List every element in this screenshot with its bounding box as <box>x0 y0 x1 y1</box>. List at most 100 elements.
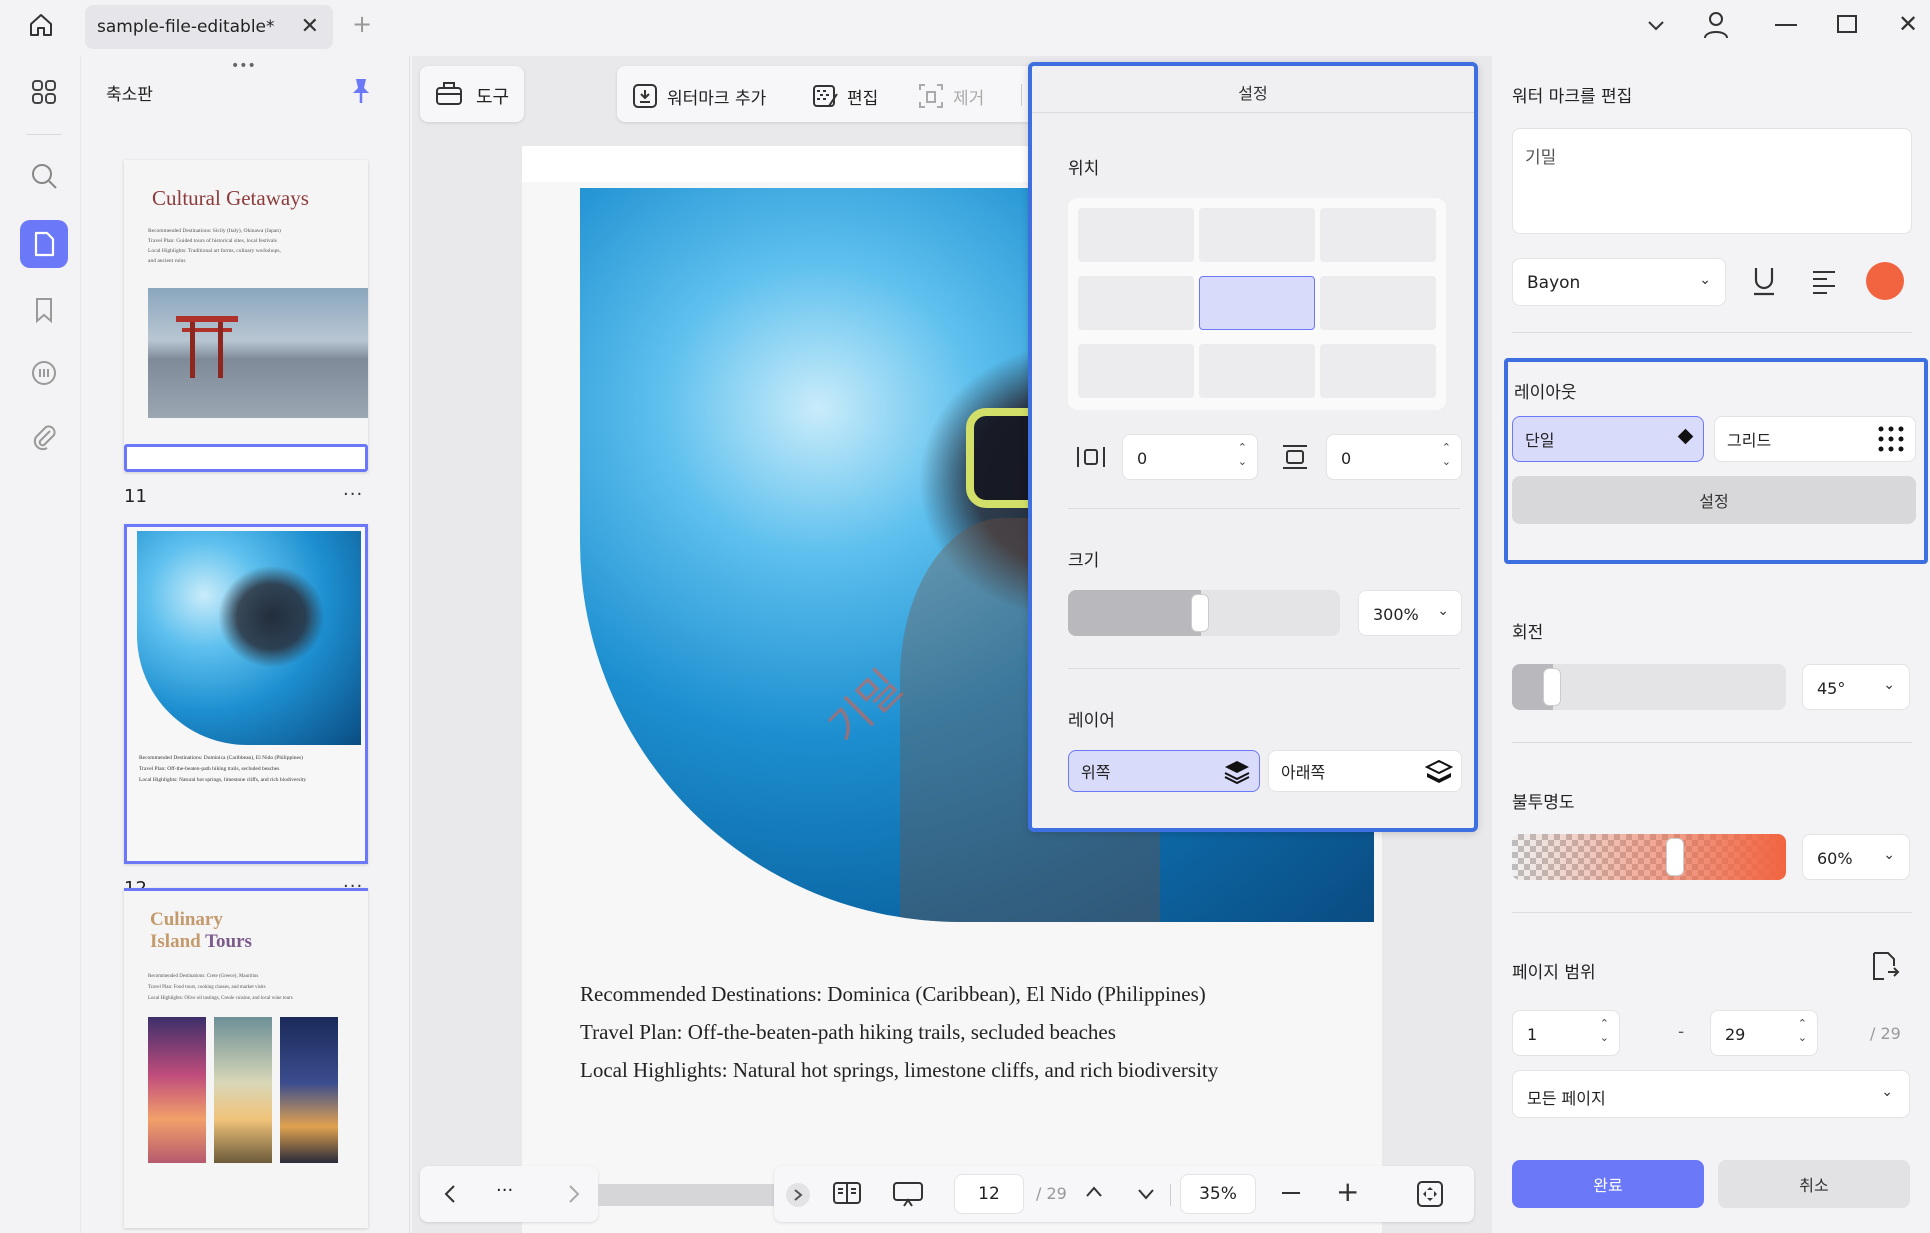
position-middle-left[interactable] <box>1078 276 1194 330</box>
thumbnail-more-button[interactable]: ··· <box>343 484 363 505</box>
size-label: 크기 <box>1068 551 1100 571</box>
page-number-input[interactable]: 12 <box>954 1174 1024 1214</box>
horizontal-scrollbar[interactable] <box>598 1184 774 1206</box>
popup-divider <box>1068 508 1460 509</box>
maximize-icon[interactable] <box>1837 15 1857 33</box>
position-bottom-left[interactable] <box>1078 344 1194 398</box>
page-range-icon[interactable] <box>1870 950 1900 986</box>
thumbnail-page-13[interactable]: Culinary Island Tours Recommended Destin… <box>124 888 368 1228</box>
rotation-slider-handle[interactable] <box>1543 668 1561 706</box>
thumbnail-label-box <box>124 444 368 472</box>
position-center[interactable] <box>1199 276 1315 330</box>
remove-icon <box>919 84 943 108</box>
thumbnails-icon[interactable] <box>20 220 68 268</box>
stepper-icon[interactable]: ⌃ ⌄ <box>1238 441 1247 469</box>
thumbnail-text: Recommended Destinations: Sicily (Italy)… <box>148 228 281 264</box>
color-picker-button[interactable] <box>1866 262 1904 300</box>
done-button[interactable]: 완료 <box>1512 1160 1704 1208</box>
position-top-left[interactable] <box>1078 208 1194 262</box>
popup-divider <box>1032 112 1474 113</box>
attachment-icon[interactable] <box>20 414 68 462</box>
presentation-icon[interactable] <box>892 1180 924 1212</box>
range-to-input[interactable]: 29 ⌃ ⌄ <box>1710 1010 1818 1056</box>
range-total: / 29 <box>1870 1024 1901 1043</box>
zoom-out-icon[interactable] <box>1282 1192 1300 1194</box>
previous-page-icon[interactable] <box>1084 1184 1104 1204</box>
thumbnail-panel-title: 축소판 <box>106 85 153 105</box>
chevron-down-icon: ⌄ <box>1881 1084 1893 1100</box>
position-middle-right[interactable] <box>1320 276 1436 330</box>
vertical-offset-icon <box>1280 444 1310 474</box>
edit-watermark-button[interactable]: 편집 <box>811 82 878 110</box>
range-from-input[interactable]: 1 ⌃ ⌄ <box>1512 1010 1620 1056</box>
align-icon[interactable] <box>1810 268 1838 300</box>
account-icon[interactable] <box>1702 10 1730 44</box>
zoom-in-icon[interactable]: + <box>1336 1178 1359 1206</box>
layout-label: 레이아웃 <box>1514 383 1577 403</box>
zoom-input[interactable]: 35% <box>1180 1174 1256 1214</box>
underline-icon[interactable] <box>1750 264 1778 304</box>
stepper-icon[interactable]: ⌃ ⌄ <box>1798 1017 1807 1045</box>
layer-top-label: 위쪽 <box>1081 763 1111 782</box>
next-page-icon[interactable] <box>1136 1186 1156 1206</box>
position-bottom-center[interactable] <box>1199 344 1315 398</box>
horizontal-offset-value: 0 <box>1137 449 1148 468</box>
stepper-icon[interactable]: ⌃ ⌄ <box>1600 1017 1609 1045</box>
chevron-right-icon[interactable] <box>566 1184 582 1208</box>
document-line-2: Travel Plan: Off-the-beaten-path hiking … <box>580 1020 1116 1044</box>
opacity-label: 불투명도 <box>1512 793 1575 813</box>
layout-single-label: 단일 <box>1525 431 1555 450</box>
rotation-slider[interactable] <box>1512 664 1786 710</box>
position-top-right[interactable] <box>1320 208 1436 262</box>
chevron-left-icon[interactable] <box>442 1184 458 1208</box>
cancel-button[interactable]: 취소 <box>1718 1160 1910 1208</box>
collapse-toolbar-icon[interactable] <box>786 1183 810 1207</box>
document-tab[interactable]: sample-file-editable* ✕ <box>85 5 333 49</box>
book-view-icon[interactable] <box>832 1180 862 1210</box>
chevron-down-icon[interactable] <box>1645 14 1667 40</box>
opacity-dropdown[interactable]: 60% ⌄ <box>1802 834 1910 880</box>
page-filter-dropdown[interactable]: 모든 페이지 ⌄ <box>1512 1070 1910 1118</box>
comment-icon[interactable] <box>20 350 68 398</box>
home-icon[interactable] <box>26 10 56 44</box>
range-to-value: 29 <box>1725 1025 1746 1044</box>
bookmark-icon[interactable] <box>20 286 68 334</box>
more-options-button[interactable]: ··· <box>496 1180 513 1201</box>
add-watermark-button[interactable]: 워터마크 추가 <box>631 82 766 110</box>
thumbnail-page-12[interactable]: Recommended Destinations: Dominica (Cari… <box>124 524 368 864</box>
layout-single-button[interactable]: 단일 <box>1512 416 1704 462</box>
search-icon[interactable] <box>20 152 68 200</box>
layer-bottom-button[interactable]: 아래쪽 <box>1268 750 1462 792</box>
rotation-dropdown[interactable]: 45° ⌄ <box>1802 664 1910 710</box>
size-slider-handle[interactable] <box>1191 594 1209 632</box>
font-dropdown[interactable]: Bayon ⌄ <box>1512 258 1726 306</box>
thumbnail-image-beach <box>280 1017 338 1163</box>
layer-top-button[interactable]: 위쪽 <box>1068 750 1260 792</box>
opacity-slider[interactable] <box>1512 834 1786 880</box>
size-slider-fill <box>1068 590 1201 636</box>
size-dropdown[interactable]: 300% ⌄ <box>1358 590 1462 636</box>
watermark-text-input[interactable]: 기밀 <box>1512 128 1912 234</box>
page-nav-bar: 12 / 29 35% + <box>774 1166 1474 1222</box>
minimize-icon[interactable] <box>1775 24 1797 26</box>
new-tab-icon[interactable]: + <box>352 10 372 38</box>
pin-icon[interactable] <box>349 76 373 110</box>
remove-watermark-button[interactable]: 제거 <box>917 82 984 110</box>
tools-button[interactable]: 도구 <box>420 66 524 122</box>
thumbnail-page-11[interactable]: Cultural Getaways Recommended Destinatio… <box>124 160 368 472</box>
stepper-icon[interactable]: ⌃ ⌄ <box>1442 441 1451 469</box>
layout-grid-button[interactable]: 그리드 <box>1714 416 1916 462</box>
close-tab-icon[interactable]: ✕ <box>301 14 319 39</box>
panel-drag-handle[interactable]: ••• <box>231 58 256 74</box>
position-bottom-right[interactable] <box>1320 344 1436 398</box>
thumbnail-image-diver <box>137 531 361 745</box>
vertical-offset-input[interactable]: 0 ⌃ ⌄ <box>1326 434 1462 480</box>
horizontal-offset-input[interactable]: 0 ⌃ ⌄ <box>1122 434 1258 480</box>
layout-settings-button[interactable]: 설정 <box>1512 476 1916 524</box>
fit-page-icon[interactable] <box>1416 1180 1444 1212</box>
size-slider[interactable] <box>1068 590 1340 636</box>
close-window-icon[interactable]: ✕ <box>1898 10 1918 38</box>
position-top-center[interactable] <box>1199 208 1315 262</box>
opacity-slider-handle[interactable] <box>1666 838 1684 876</box>
apps-icon[interactable] <box>20 68 68 116</box>
